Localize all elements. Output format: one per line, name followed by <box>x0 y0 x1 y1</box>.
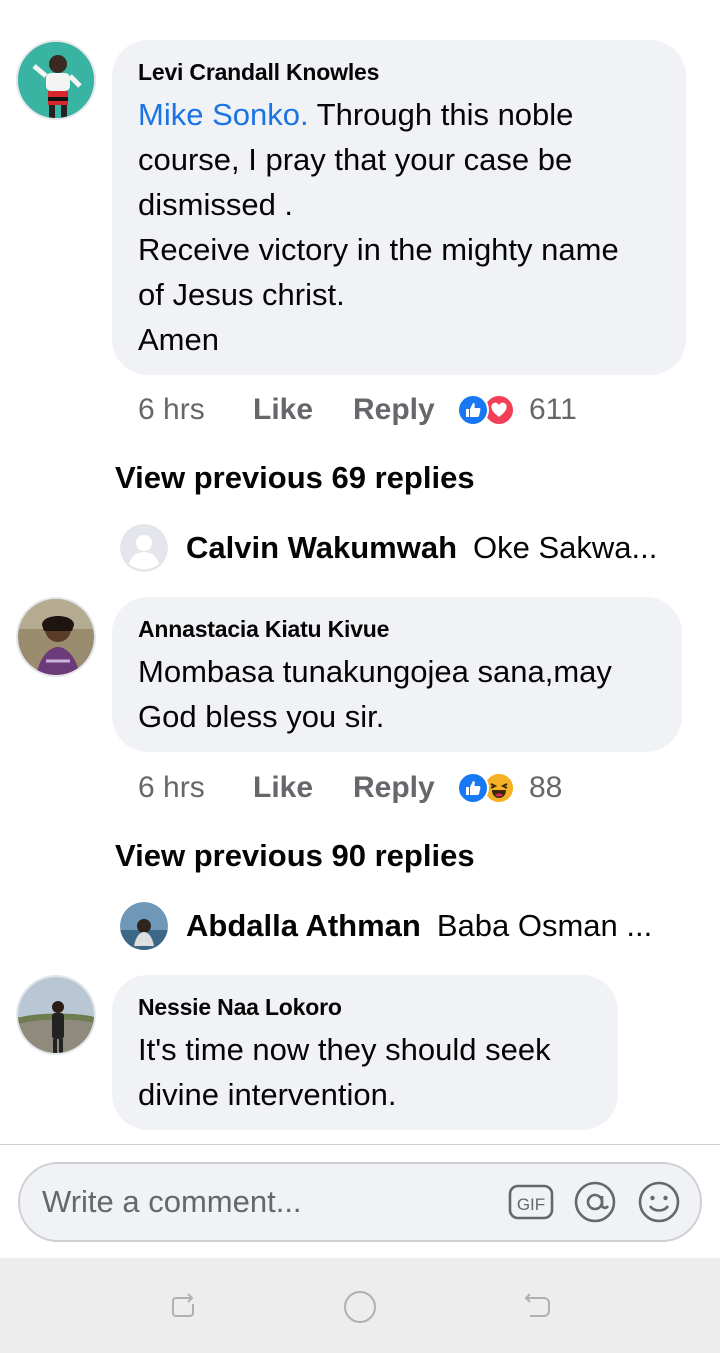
reactions-summary[interactable]: 611 <box>457 393 577 427</box>
back-icon[interactable] <box>520 1290 554 1324</box>
system-nav-bar <box>0 1258 720 1353</box>
avatar-image <box>18 42 94 118</box>
reaction-count: 611 <box>529 393 577 426</box>
comment-input[interactable] <box>42 1184 508 1220</box>
comment-composer[interactable]: GIF <box>18 1162 702 1242</box>
avatar-levi[interactable] <box>16 40 96 120</box>
comment-text-line: of Jesus christ. <box>138 277 345 312</box>
reactions-summary[interactable]: 88 <box>457 771 562 805</box>
comment-author[interactable]: Levi Crandall Knowles <box>138 58 660 86</box>
reply-button[interactable]: Reply <box>353 393 457 427</box>
avatar-nessie[interactable] <box>16 975 96 1055</box>
svg-text:GIF: GIF <box>517 1195 545 1214</box>
comment-bubble[interactable]: Annastacia Kiatu Kivue Mombasa tunakungo… <box>112 597 682 752</box>
latest-reply-preview[interactable]: Calvin Wakumwah Oke Sakwa... <box>120 524 680 572</box>
avatar-image <box>18 599 94 675</box>
reply-snippet: Oke Sakwa... <box>473 530 658 565</box>
view-previous-replies[interactable]: View previous 69 replies <box>115 460 475 496</box>
reply-author[interactable]: Calvin Wakumwah <box>186 530 457 566</box>
latest-reply-preview[interactable]: Abdalla Athman Baba Osman ... <box>120 902 680 950</box>
comment-actions: 6 hrs Like Reply 88 <box>138 766 562 810</box>
comment-text-line: It's time now they should seek <box>138 1032 551 1067</box>
comment-text-line: divine intervention. <box>138 1077 397 1112</box>
comments-screen: Levi Crandall Knowles Mike Sonko. Throug… <box>0 0 720 1353</box>
like-reaction-icon <box>457 394 489 426</box>
comment-text-line: Amen <box>138 322 219 357</box>
avatar-abdalla <box>120 902 168 950</box>
like-button[interactable]: Like <box>253 393 353 427</box>
comment-author[interactable]: Nessie Naa Lokoro <box>138 993 592 1021</box>
comment-time[interactable]: 6 hrs <box>138 393 253 427</box>
comment-bubble[interactable]: Nessie Naa Lokoro It's time now they sho… <box>112 975 618 1130</box>
comment-text: Mike Sonko. Through this noble course, I… <box>138 92 660 227</box>
composer-divider <box>0 1144 720 1145</box>
comment-text-line: Receive victory in the mighty name <box>138 232 619 267</box>
comment-author[interactable]: Annastacia Kiatu Kivue <box>138 615 656 643</box>
like-button[interactable]: Like <box>253 771 353 805</box>
emoji-icon[interactable] <box>636 1179 682 1225</box>
comment-text-line: Mombasa tunakungojea sana,may <box>138 654 612 689</box>
reply-button[interactable]: Reply <box>353 771 457 805</box>
at-mention-icon[interactable] <box>572 1179 618 1225</box>
gif-icon[interactable]: GIF <box>508 1179 554 1225</box>
comment-time[interactable]: 6 hrs <box>138 771 253 805</box>
reply-author[interactable]: Abdalla Athman <box>186 908 421 944</box>
comment-text-line: God bless you sir. <box>138 699 385 734</box>
avatar-image <box>18 977 94 1053</box>
avatar-annastacia[interactable] <box>16 597 96 677</box>
home-icon[interactable] <box>343 1290 377 1324</box>
comment-actions: 6 hrs Like Reply 611 <box>138 388 577 432</box>
comment-bubble[interactable]: Levi Crandall Knowles Mike Sonko. Throug… <box>112 40 686 375</box>
reaction-count: 88 <box>529 771 563 804</box>
default-avatar-icon <box>120 524 168 572</box>
mention-link[interactable]: Mike Sonko. <box>138 97 309 132</box>
view-previous-replies[interactable]: View previous 90 replies <box>115 838 475 874</box>
like-reaction-icon <box>457 772 489 804</box>
recent-apps-icon[interactable] <box>166 1290 200 1324</box>
reply-snippet: Baba Osman ... <box>436 908 653 943</box>
